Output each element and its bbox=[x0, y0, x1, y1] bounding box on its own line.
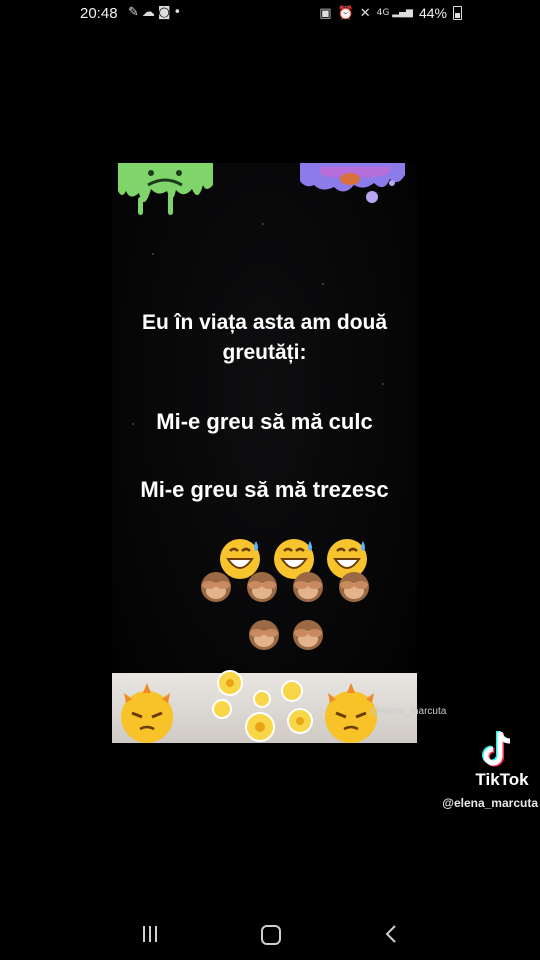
cloud-icon: ☁ bbox=[141, 5, 158, 20]
status-bar: 20:48 ✎☁◙• ▣ ⏰ ✕ 4G ▂▄▆ 44% bbox=[0, 0, 540, 30]
caption-line: Mi-e greu să mă trezesc bbox=[140, 477, 389, 502]
alarm-icon: ⏰ bbox=[337, 5, 354, 21]
caption-line: Mi-e greu să mă culc bbox=[156, 409, 373, 434]
see-no-evil-monkey-emoji bbox=[293, 620, 323, 650]
4g-signal-icon: 4G ▂▄▆ bbox=[376, 8, 413, 18]
caption-line: Eu în viața asta am două bbox=[141, 311, 388, 334]
whatsapp-icon: ✎ bbox=[128, 5, 142, 20]
status-right-icons: ▣ ⏰ ✕ 4G ▂▄▆ 44% bbox=[319, 5, 462, 21]
tiktok-logo-icon bbox=[482, 731, 511, 767]
see-no-evil-monkey-emoji bbox=[249, 620, 279, 650]
video-frame[interactable]: Eu în viața asta am două greutăți: Mi-e … bbox=[112, 163, 417, 743]
caption-line: greutăți: bbox=[222, 341, 307, 364]
see-no-evil-monkey-emoji bbox=[201, 572, 231, 602]
instagram-icon: ◙ bbox=[157, 5, 174, 20]
tiktok-username[interactable]: @elena_marcuta bbox=[423, 796, 538, 810]
dot-icon: • bbox=[173, 5, 185, 20]
mute-icon: ✕ bbox=[359, 5, 371, 21]
recents-button[interactable] bbox=[141, 925, 159, 943]
see-no-evil-monkey-emoji bbox=[339, 572, 369, 602]
green-slime-sticker bbox=[118, 163, 213, 215]
sparkle bbox=[322, 283, 324, 285]
home-button[interactable] bbox=[261, 925, 281, 945]
inner-watermark: @elena_marcuta bbox=[370, 706, 447, 717]
battery-icon bbox=[453, 6, 462, 20]
back-button[interactable] bbox=[384, 924, 398, 944]
battery-percent: 44% bbox=[418, 5, 447, 21]
tiktok-brand: TikTok bbox=[475, 770, 529, 789]
see-no-evil-monkey-emoji bbox=[247, 572, 277, 602]
see-no-evil-monkey-emoji bbox=[293, 572, 323, 602]
status-time: 20:48 bbox=[80, 5, 118, 22]
status-left-icons: ✎☁◙• bbox=[128, 5, 184, 20]
yellow-flowers-sticker bbox=[212, 670, 313, 742]
sparkle bbox=[152, 253, 154, 255]
purple-slime-sticker bbox=[300, 163, 405, 203]
navigation-bar bbox=[0, 905, 540, 960]
angry-sun-sticker bbox=[121, 683, 173, 743]
sparkle bbox=[382, 383, 384, 385]
nfc-icon: ▣ bbox=[319, 5, 332, 21]
sparkle bbox=[262, 223, 264, 225]
